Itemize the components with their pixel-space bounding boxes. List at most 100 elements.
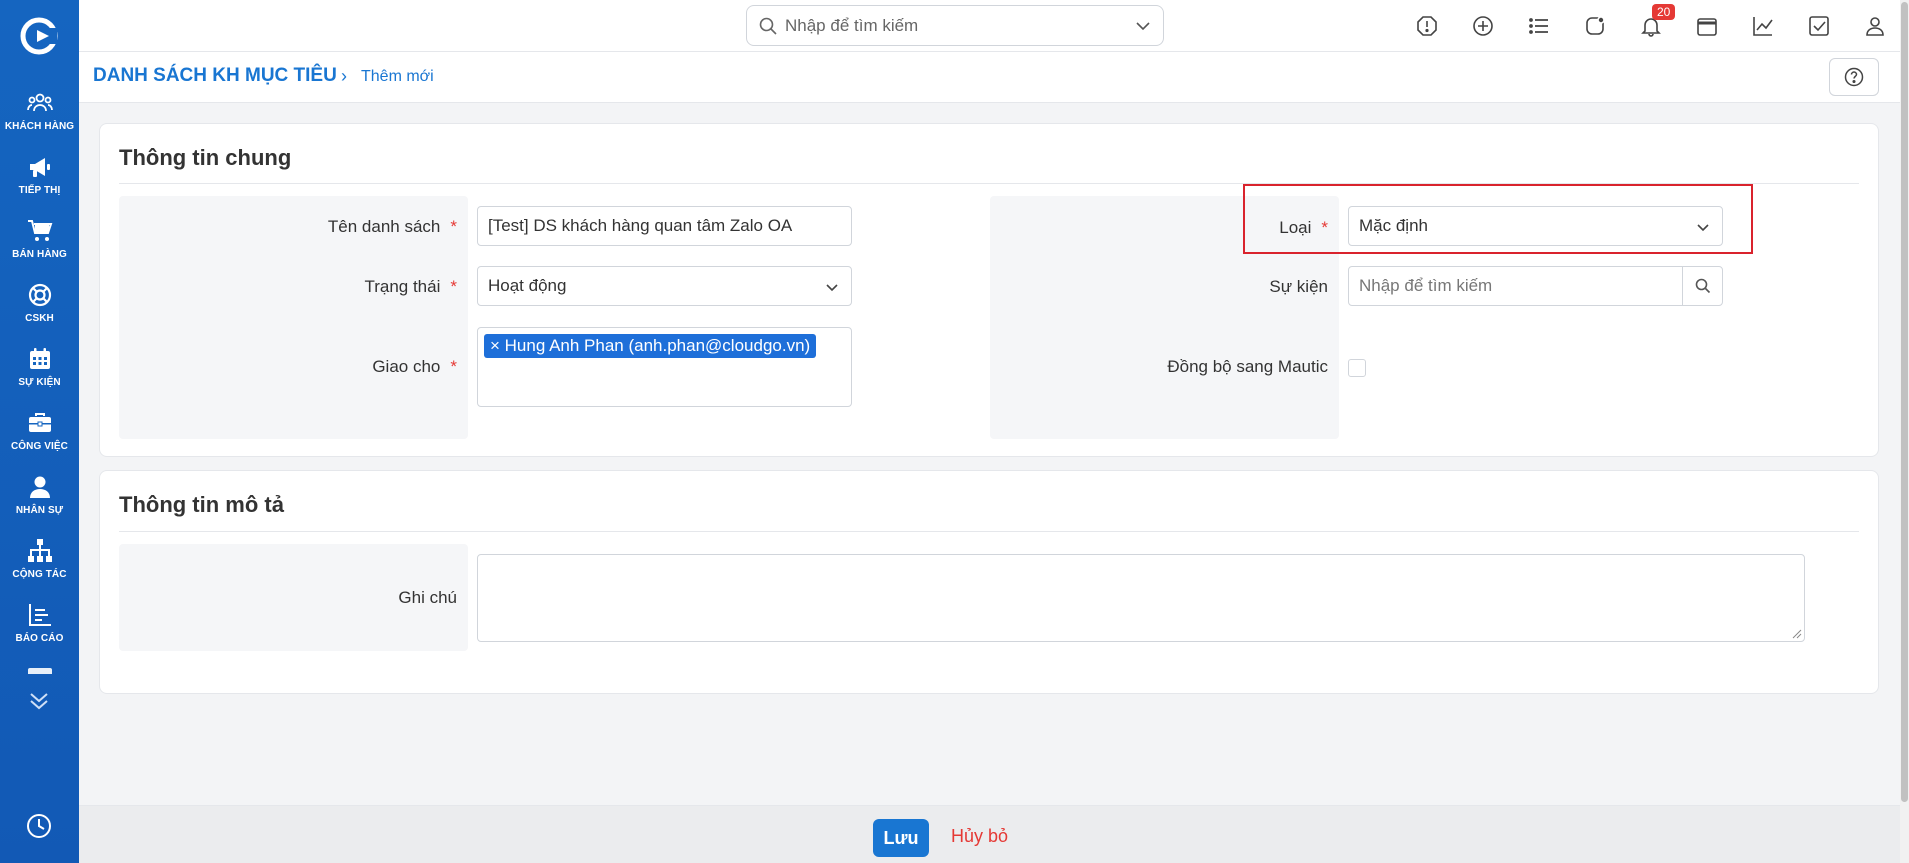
calendar-button[interactable]: [1679, 0, 1735, 52]
line-chart-icon: [1753, 17, 1773, 36]
lifebuoy-icon: [28, 283, 51, 307]
megaphone-icon: [29, 158, 50, 177]
analytics-button[interactable]: [1735, 0, 1791, 52]
status-label-text: Trạng thái: [364, 277, 441, 296]
notifications-button[interactable]: 20: [1623, 0, 1679, 52]
event-label: Sự kiện: [990, 277, 1328, 297]
event-search-input[interactable]: Nhập để tìm kiếm: [1348, 266, 1723, 306]
user-menu-button[interactable]: [1847, 0, 1903, 52]
list-name-input[interactable]: [Test] DS khách hàng quan tâm Zalo OA: [477, 206, 852, 246]
chevron-down-icon: [826, 284, 838, 292]
sidebar-item-reports[interactable]: BÁO CÁO: [0, 598, 79, 662]
section-title: Thông tin chung: [119, 145, 292, 170]
breadcrumb-module-link[interactable]: DANH SÁCH KH MỤC TIÊU: [93, 65, 337, 87]
calendar-outline-icon: [1697, 18, 1717, 36]
clock-icon[interactable]: [25, 812, 53, 840]
mautic-sync-checkbox[interactable]: [1348, 359, 1366, 377]
chat-icon: [1586, 16, 1605, 35]
user-icon: [1866, 17, 1884, 36]
alert-octagon-icon: [1417, 16, 1437, 36]
note-label: Ghi chú: [119, 588, 457, 608]
page-scrollbar[interactable]: [1900, 0, 1909, 863]
required-mark: *: [450, 277, 457, 296]
help-icon: [1844, 67, 1864, 87]
customers-icon: [26, 93, 53, 112]
list-icon: [1529, 18, 1548, 34]
chat-button[interactable]: [1567, 0, 1623, 52]
mautic-sync-label: Đồng bộ sang Mautic: [990, 357, 1328, 377]
sidebar-item-sales[interactable]: BÁN HÀNG: [0, 214, 79, 278]
org-chart-icon: [27, 539, 52, 562]
briefcase-icon: [28, 413, 51, 432]
sidebar-nav: KHÁCH HÀNG TIẾP THỊ BÁN HÀNG CSKH SỰ KIỆ…: [0, 86, 79, 662]
section-divider: [119, 531, 1859, 532]
sidebar-item-marketing[interactable]: TIẾP THỊ: [0, 150, 79, 214]
event-search-button[interactable]: [1682, 267, 1722, 305]
breadcrumb: DANH SÁCH KH MỤC TIÊU › Thêm mới: [79, 52, 1909, 103]
section-title: Thông tin mô tả: [119, 492, 284, 517]
list-name-label-text: Tên danh sách: [327, 217, 441, 236]
scrollbar-thumb[interactable]: [1901, 2, 1908, 802]
status-select[interactable]: Hoạt động: [477, 266, 852, 306]
add-button[interactable]: [1455, 0, 1511, 52]
note-textarea[interactable]: [477, 554, 1805, 642]
save-button[interactable]: Lưu: [873, 819, 929, 857]
sidebar-item-label: NHÂN SỰ: [15, 505, 64, 516]
assignee-tag[interactable]: × Hung Anh Phan (anh.phan@cloudgo.vn): [484, 334, 817, 358]
event-label-text: Sự kiện: [1269, 277, 1328, 296]
list-name-value: [Test] DS khách hàng quan tâm Zalo OA: [488, 216, 793, 235]
note-label-text: Ghi chú: [398, 588, 457, 607]
tasks-button[interactable]: [1791, 0, 1847, 52]
global-search-placeholder: Nhập để tìm kiếm: [785, 15, 919, 35]
sidebar-item-label: BÁO CÁO: [15, 633, 64, 644]
cart-icon: [27, 220, 52, 241]
alert-button[interactable]: [1399, 0, 1455, 52]
breadcrumb-separator: ›: [341, 66, 347, 86]
sidebar-item-label: BÁN HÀNG: [12, 249, 67, 260]
sidebar-item-label: CỘNG TÁC: [12, 569, 67, 580]
sidebar-item-hr[interactable]: NHÂN SỰ: [0, 470, 79, 534]
checkbox-icon: [1809, 16, 1829, 36]
help-button[interactable]: [1829, 58, 1879, 96]
cloudgo-logo-icon[interactable]: [19, 16, 59, 56]
person-icon: [29, 476, 50, 498]
sidebar-item-collaboration[interactable]: CỘNG TÁC: [0, 534, 79, 598]
status-value: Hoạt động: [488, 276, 567, 295]
calendar-icon: [29, 348, 50, 369]
search-icon: [759, 17, 777, 35]
general-info-panel: Thông tin chung Tên danh sách * [Test] DS…: [99, 123, 1879, 457]
chevron-double-down-icon[interactable]: [26, 688, 52, 714]
mautic-sync-label-text: Đồng bộ sang Mautic: [1167, 357, 1328, 376]
description-panel: Thông tin mô tả Ghi chú: [99, 470, 1879, 694]
required-mark: *: [450, 357, 457, 376]
highlight-annotation: [1243, 184, 1753, 254]
list-name-label: Tên danh sách *: [119, 217, 457, 237]
notification-count-badge: 20: [1652, 4, 1676, 20]
resize-handle-icon[interactable]: [1792, 629, 1802, 639]
status-label: Trạng thái *: [119, 277, 457, 297]
sidebar-item-label: SỰ KIỆN: [18, 377, 61, 388]
plus-circle-icon: [1473, 16, 1493, 36]
sidebar-item-label: KHÁCH HÀNG: [4, 121, 75, 132]
sidebar-item-events[interactable]: SỰ KIỆN: [0, 342, 79, 406]
search-icon: [1695, 278, 1710, 294]
sidebar-item-tasks[interactable]: CÔNG VIỆC: [0, 406, 79, 470]
topbar: Nhập để tìm kiếm 20: [79, 0, 1909, 52]
topbar-actions: 20: [1399, 0, 1903, 52]
global-search-input[interactable]: Nhập để tìm kiếm: [746, 5, 1164, 46]
sidebar-item-support[interactable]: CSKH: [0, 278, 79, 342]
required-mark: *: [450, 217, 457, 236]
cancel-button[interactable]: Hủy bỏ: [951, 826, 1008, 847]
sidebar-item-customers[interactable]: KHÁCH HÀNG: [0, 86, 79, 150]
breadcrumb-current: Thêm mới: [361, 68, 434, 85]
assignee-label: Giao cho *: [119, 357, 457, 377]
sidebar-item-label: CSKH: [25, 313, 54, 324]
list-button[interactable]: [1511, 0, 1567, 52]
sidebar-item-label: CÔNG VIỆC: [10, 441, 69, 452]
assignee-multiselect[interactable]: × Hung Anh Phan (anh.phan@cloudgo.vn): [477, 327, 852, 407]
report-icon: [28, 604, 51, 626]
sidebar-item-partial: [28, 668, 52, 674]
form-footer: Lưu Hủy bỏ: [79, 805, 1909, 863]
event-search-placeholder: Nhập để tìm kiếm: [1359, 276, 1493, 295]
chevron-down-icon: [1136, 21, 1150, 30]
